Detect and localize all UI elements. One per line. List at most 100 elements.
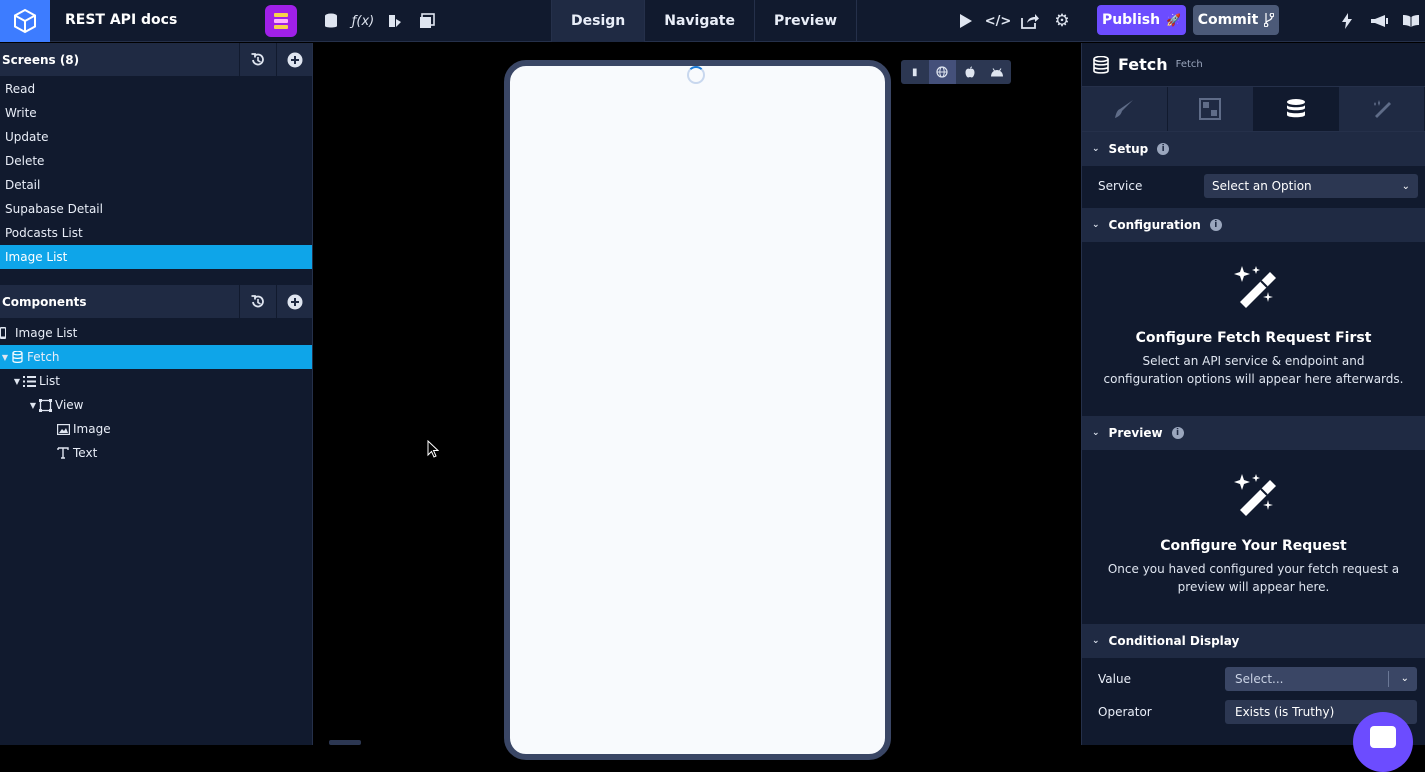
service-value: Select an Option [1212,179,1312,193]
share-icon[interactable] [1019,10,1041,32]
database-icon [1093,55,1109,74]
gear-icon[interactable]: ⚙ [1051,10,1073,32]
magic-wand-icon [1373,100,1391,118]
tree-label: Image [73,422,111,436]
top-bar: REST API docs ƒ(x) Design Navigate Previ… [0,0,1425,42]
section-configuration[interactable]: ⌄ Configuration i [1082,208,1425,242]
database-icon[interactable] [320,10,342,32]
view-icon [38,398,52,412]
device-phone-icon[interactable]: ▮ [901,60,929,84]
screen-item-write[interactable]: Write [0,101,312,125]
tree-label: View [55,398,84,412]
tree-item-view[interactable]: ▼ View [0,393,312,417]
globe-icon[interactable] [928,60,956,84]
tree-item-fetch[interactable]: ▼ Fetch [0,345,312,369]
device-switcher: ▮ [901,60,1011,84]
publish-button[interactable]: Publish 🚀 [1097,5,1186,35]
screens-title: Screens (8) [2,52,80,67]
database-icon [10,350,24,364]
database-icon [1286,99,1305,118]
config-heading: Configure Fetch Request First [1135,330,1372,346]
info-icon[interactable]: i [1171,427,1184,439]
android-icon[interactable] [984,60,1012,84]
image-icon [56,422,70,436]
screen-item-update[interactable]: Update [0,125,312,149]
chevron-down-icon: ⌄ [1400,673,1409,684]
layers-icon[interactable] [265,5,297,37]
value-placeholder: Select... [1235,671,1284,686]
megaphone-icon[interactable] [1368,10,1390,32]
canvas-scrollbar[interactable] [329,740,361,745]
chevron-down-icon[interactable]: ▼ [28,401,38,410]
brush-icon [1115,100,1134,118]
design-canvas[interactable]: ▮ [314,43,1081,760]
magic-wand-icon [1233,474,1276,516]
chevron-down-icon[interactable]: ▼ [0,353,10,362]
history-icon[interactable] [239,43,276,76]
rocket-icon: 🚀 [1166,13,1182,27]
tree-item-text[interactable]: Text [0,441,312,465]
screen-item-podcasts-list[interactable]: Podcasts List [0,221,312,245]
operator-value: Exists (is Truthy) [1235,704,1335,719]
chevron-down-icon: ⌄ [1092,144,1100,154]
app-logo[interactable] [0,0,50,42]
section-conditional-display[interactable]: ⌄ Conditional Display [1082,624,1425,658]
chevron-down-icon[interactable]: ▼ [12,377,22,386]
info-icon[interactable]: i [1157,143,1170,155]
chat-support-button[interactable] [1353,712,1413,772]
lightning-icon[interactable] [1336,10,1358,32]
commit-label: Commit [1197,12,1259,28]
book-icon[interactable] [1400,10,1422,32]
list-icon [22,374,36,388]
tab-layout[interactable] [1167,87,1254,131]
gallery-icon[interactable] [416,10,438,32]
screens-header: Screens (8) [0,43,312,76]
phone-preview[interactable] [504,60,891,760]
tree-label: Text [73,446,98,460]
theme-icon[interactable] [384,10,406,32]
info-icon[interactable]: i [1209,219,1222,231]
screen-item-delete[interactable]: Delete [0,149,312,173]
screen-item-read[interactable]: Read [0,77,312,101]
plus-circle-icon [287,52,303,67]
service-label: Service [1098,179,1143,193]
app-title: REST API docs [65,12,178,28]
value-select[interactable]: Select... ⌄ [1225,666,1417,691]
tab-design[interactable]: Design [552,0,646,42]
screen-item-detail[interactable]: Detail [0,173,312,197]
screen-item-image-list[interactable]: Image List [0,245,312,269]
tab-style[interactable] [1082,87,1168,131]
tab-data[interactable] [1253,87,1340,131]
chevron-down-icon: ⌄ [1401,180,1410,192]
components-history-icon[interactable] [239,285,276,318]
screen-item-supabase-detail[interactable]: Supabase Detail [0,197,312,221]
component-name: Fetch [1118,55,1168,74]
plus-circle-icon [287,294,303,309]
tree-label: Fetch [27,350,60,364]
code-icon[interactable]: </> [985,10,1012,32]
chevron-down-icon: ⌄ [1092,428,1100,438]
add-screen-button[interactable] [276,43,313,76]
section-setup[interactable]: ⌄ Setup i [1082,132,1425,166]
left-panel: Screens (8) Read Write Update Delete Det… [0,43,313,745]
tree-item-image[interactable]: Image [0,417,312,441]
function-icon[interactable]: ƒ(x) [352,10,374,32]
component-type: Fetch [1175,59,1203,70]
tab-navigate[interactable]: Navigate [645,0,755,42]
service-select[interactable]: Select an Option ⌄ [1204,174,1418,198]
section-title: Preview [1108,426,1163,440]
preview-text: Once you haved configured your fetch req… [1107,562,1400,594]
add-component-button[interactable] [276,285,313,318]
tree-item-list[interactable]: ▼ List [0,369,312,393]
commit-button[interactable]: Commit [1193,5,1279,35]
section-preview[interactable]: ⌄ Preview i [1082,416,1425,450]
apple-icon[interactable] [956,60,984,84]
section-title: Setup [1108,142,1149,156]
chevron-down-icon: ⌄ [1092,636,1100,646]
preview-empty-state: Configure Your Request Once you haved co… [1082,450,1425,624]
components-title: Components [2,294,87,309]
play-icon[interactable] [955,10,977,32]
tab-preview[interactable]: Preview [755,0,858,42]
tree-item-image-list[interactable]: Image List [0,321,312,345]
tab-magic[interactable] [1339,87,1425,131]
